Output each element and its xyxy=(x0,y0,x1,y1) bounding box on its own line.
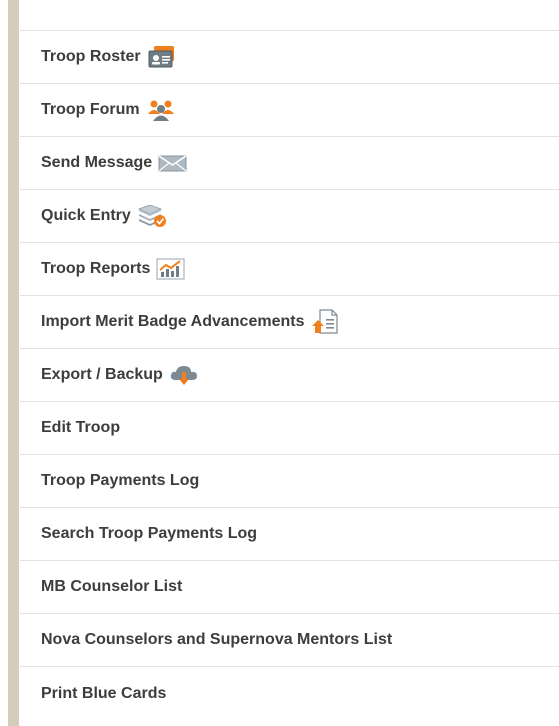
menu-item-label: Troop Payments Log xyxy=(41,472,200,489)
menu-item-quick-entry[interactable]: Quick Entry xyxy=(20,190,559,243)
menu-item-label: Troop Reports xyxy=(41,260,151,277)
menu-item-search-troop-payments-log[interactable]: Search Troop Payments Log xyxy=(20,508,559,561)
menu-item-troop-roster[interactable]: Troop Roster xyxy=(20,31,559,84)
menu-item-label: Print Blue Cards xyxy=(41,684,167,702)
menu-item-label: Nova Counselors and Supernova Mentors Li… xyxy=(41,631,393,648)
menu-item-import-merit-badge-advancements[interactable]: Import Merit Badge Advancements xyxy=(20,296,559,349)
menu-item-label: Export / Backup xyxy=(41,366,163,383)
cloud-download-icon xyxy=(169,363,199,387)
menu-item-label: Edit Troop xyxy=(41,419,121,436)
id-card-icon xyxy=(147,45,177,69)
menu-item-troop-forum[interactable]: Troop Forum xyxy=(20,84,559,137)
menu-item-mb-counselor-list[interactable]: MB Counselor List xyxy=(20,561,559,614)
document-upload-icon xyxy=(310,309,340,334)
menu-item-export-backup[interactable]: Export / Backup xyxy=(20,349,559,402)
menu-item-send-message[interactable]: Send Message xyxy=(20,137,559,190)
menu-item-label: Quick Entry xyxy=(41,207,131,224)
menu-item-label: Search Troop Payments Log xyxy=(41,525,258,542)
people-group-icon xyxy=(146,98,176,122)
envelope-icon xyxy=(158,151,188,175)
menu-top-spacer xyxy=(20,0,559,31)
chart-icon xyxy=(156,257,186,281)
menu-item-troop-payments-log[interactable]: Troop Payments Log xyxy=(20,455,559,508)
menu-item-label: Troop Roster xyxy=(41,48,141,65)
troop-menu: Troop Roster Troop Forum Send Message Qu… xyxy=(20,0,559,726)
left-accent-rail xyxy=(8,0,19,726)
menu-item-label: Import Merit Badge Advancements xyxy=(41,313,305,330)
menu-item-label: Troop Forum xyxy=(41,101,140,118)
menu-item-label: MB Counselor List xyxy=(41,578,183,595)
menu-item-troop-reports[interactable]: Troop Reports xyxy=(20,243,559,296)
menu-item-print-blue-cards[interactable]: Print Blue Cards xyxy=(20,667,559,720)
menu-item-edit-troop[interactable]: Edit Troop xyxy=(20,402,559,455)
stack-check-icon xyxy=(137,204,167,228)
menu-item-label: Send Message xyxy=(41,154,153,171)
menu-item-nova-counselors-supernova-mentors-list[interactable]: Nova Counselors and Supernova Mentors Li… xyxy=(20,614,559,667)
